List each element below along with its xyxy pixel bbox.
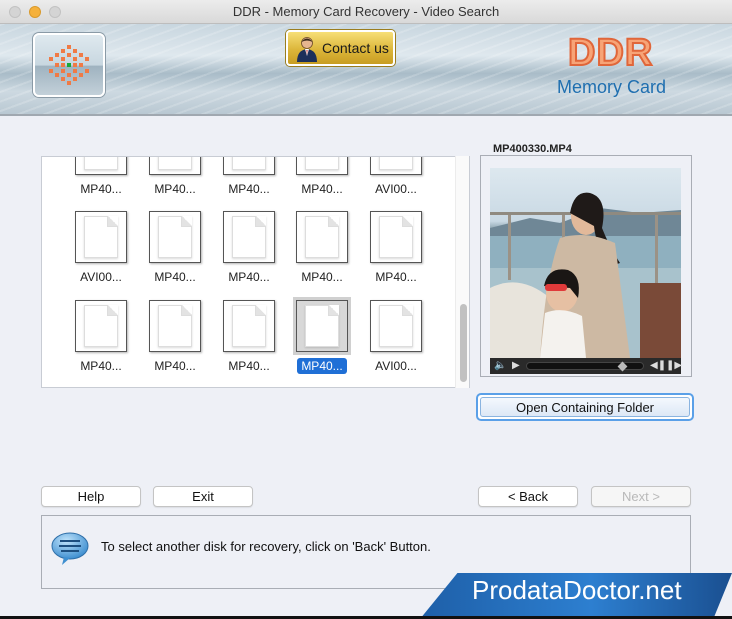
title-bar: DDR - Memory Card Recovery - Video Searc… [0, 0, 732, 24]
file-name-label: MP40... [80, 182, 122, 196]
open-containing-folder-label: Open Containing Folder [480, 397, 690, 417]
file-item[interactable]: AVI00... [359, 300, 433, 375]
file-thumbnail-grid[interactable]: MP40... MP40... MP40... MP40... AVI00... AVI0… [41, 156, 470, 388]
file-thumbnail[interactable] [296, 157, 348, 175]
app-logo [33, 33, 105, 97]
file-thumbnail[interactable] [370, 211, 422, 263]
file-name-label: AVI00... [375, 359, 417, 373]
scrollbar-thumb[interactable] [460, 304, 467, 382]
file-item[interactable]: MP40... [64, 157, 138, 198]
contact-us-label: Contact us [322, 40, 389, 56]
file-item[interactable]: MP40... [212, 300, 286, 375]
document-icon [84, 157, 118, 170]
document-icon [158, 216, 192, 258]
brand-title: DDR [567, 31, 654, 75]
minimize-window-button[interactable] [29, 6, 41, 18]
video-frame-image [490, 192, 681, 358]
file-name-label: MP40... [297, 358, 347, 374]
preview-filename: MP400330.MP4 [490, 143, 575, 155]
video-controls: 🔈 ▶ ◀❚ ❚▶ [490, 358, 682, 374]
play-icon[interactable]: ▶ [512, 360, 520, 371]
document-icon [379, 216, 413, 258]
document-icon [379, 305, 413, 347]
contact-person-icon [297, 37, 317, 62]
speech-bubble-icon [51, 532, 89, 565]
file-item[interactable]: MP40... [285, 211, 359, 286]
open-containing-folder-button[interactable]: Open Containing Folder [476, 393, 694, 421]
file-name-label: AVI00... [375, 182, 417, 196]
file-item[interactable]: MP40... [138, 211, 212, 286]
speaker-icon[interactable]: 🔈 [494, 360, 506, 371]
file-thumbnail[interactable] [223, 157, 275, 175]
document-icon [84, 305, 118, 347]
file-thumbnail[interactable] [149, 300, 201, 352]
file-thumbnail[interactable] [223, 211, 275, 263]
document-icon [305, 157, 339, 170]
file-thumbnail[interactable] [370, 157, 422, 175]
file-name-label: MP40... [80, 359, 122, 373]
brand-subtitle: Memory Card [557, 77, 667, 97]
file-item[interactable]: MP40... [64, 300, 138, 375]
document-icon [379, 157, 413, 170]
file-name-label: MP40... [154, 359, 196, 373]
file-item[interactable]: AVI00... [64, 211, 138, 286]
file-item[interactable]: MP40... [138, 300, 212, 375]
file-thumbnail[interactable] [149, 157, 201, 175]
file-thumbnail[interactable] [223, 300, 275, 352]
promo-banner: ProdataDoctor.net [420, 573, 732, 619]
file-item[interactable]: MP40... [285, 157, 359, 198]
zoom-window-button[interactable] [49, 6, 61, 18]
file-name-label: MP40... [375, 270, 417, 284]
document-icon [232, 305, 266, 347]
document-icon [158, 157, 192, 170]
file-item[interactable]: MP40... [212, 157, 286, 198]
file-thumbnail[interactable] [75, 211, 127, 263]
grid-scrollbar[interactable] [455, 156, 469, 388]
close-window-button[interactable] [9, 6, 21, 18]
file-thumbnail[interactable] [296, 211, 348, 263]
exit-button[interactable]: Exit [153, 486, 253, 507]
file-item[interactable]: MP40... [359, 211, 433, 286]
file-name-label: AVI00... [80, 270, 122, 284]
step-back-icon[interactable]: ◀❚ [650, 360, 666, 371]
file-item[interactable]: MP40... [212, 211, 286, 286]
video-preview[interactable] [490, 168, 681, 358]
file-item[interactable]: MP40... [138, 157, 212, 198]
file-name-label: MP40... [154, 182, 196, 196]
file-name-label: MP40... [228, 359, 270, 373]
message-text: To select another disk for recovery, cli… [101, 539, 431, 554]
help-button[interactable]: Help [41, 486, 141, 507]
file-name-label: MP40... [154, 270, 196, 284]
file-name-label: MP40... [228, 270, 270, 284]
header-banner: Contact us DDR Memory Card [0, 24, 732, 116]
file-name-label: MP40... [301, 270, 343, 284]
file-thumbnail[interactable] [75, 157, 127, 175]
ddr-logo-icon [49, 45, 89, 85]
document-icon [232, 157, 266, 170]
step-forward-icon[interactable]: ❚▶ [666, 360, 682, 371]
window-title: DDR - Memory Card Recovery - Video Searc… [232, 4, 500, 19]
back-button[interactable]: < Back [478, 486, 578, 507]
document-icon [305, 216, 339, 258]
document-icon [232, 216, 266, 258]
file-thumbnail[interactable] [370, 300, 422, 352]
file-thumbnail[interactable] [75, 300, 127, 352]
file-item[interactable]: MP40... [285, 300, 359, 375]
document-icon [158, 305, 192, 347]
file-name-label: MP40... [301, 182, 343, 196]
contact-us-button[interactable]: Contact us [286, 30, 395, 66]
file-thumbnail[interactable] [296, 300, 348, 352]
next-button[interactable]: Next > [591, 486, 691, 507]
document-icon [84, 216, 118, 258]
file-name-label: MP40... [228, 182, 270, 196]
file-thumbnail[interactable] [149, 211, 201, 263]
document-icon [305, 305, 339, 347]
file-item[interactable]: AVI00... [359, 157, 433, 198]
